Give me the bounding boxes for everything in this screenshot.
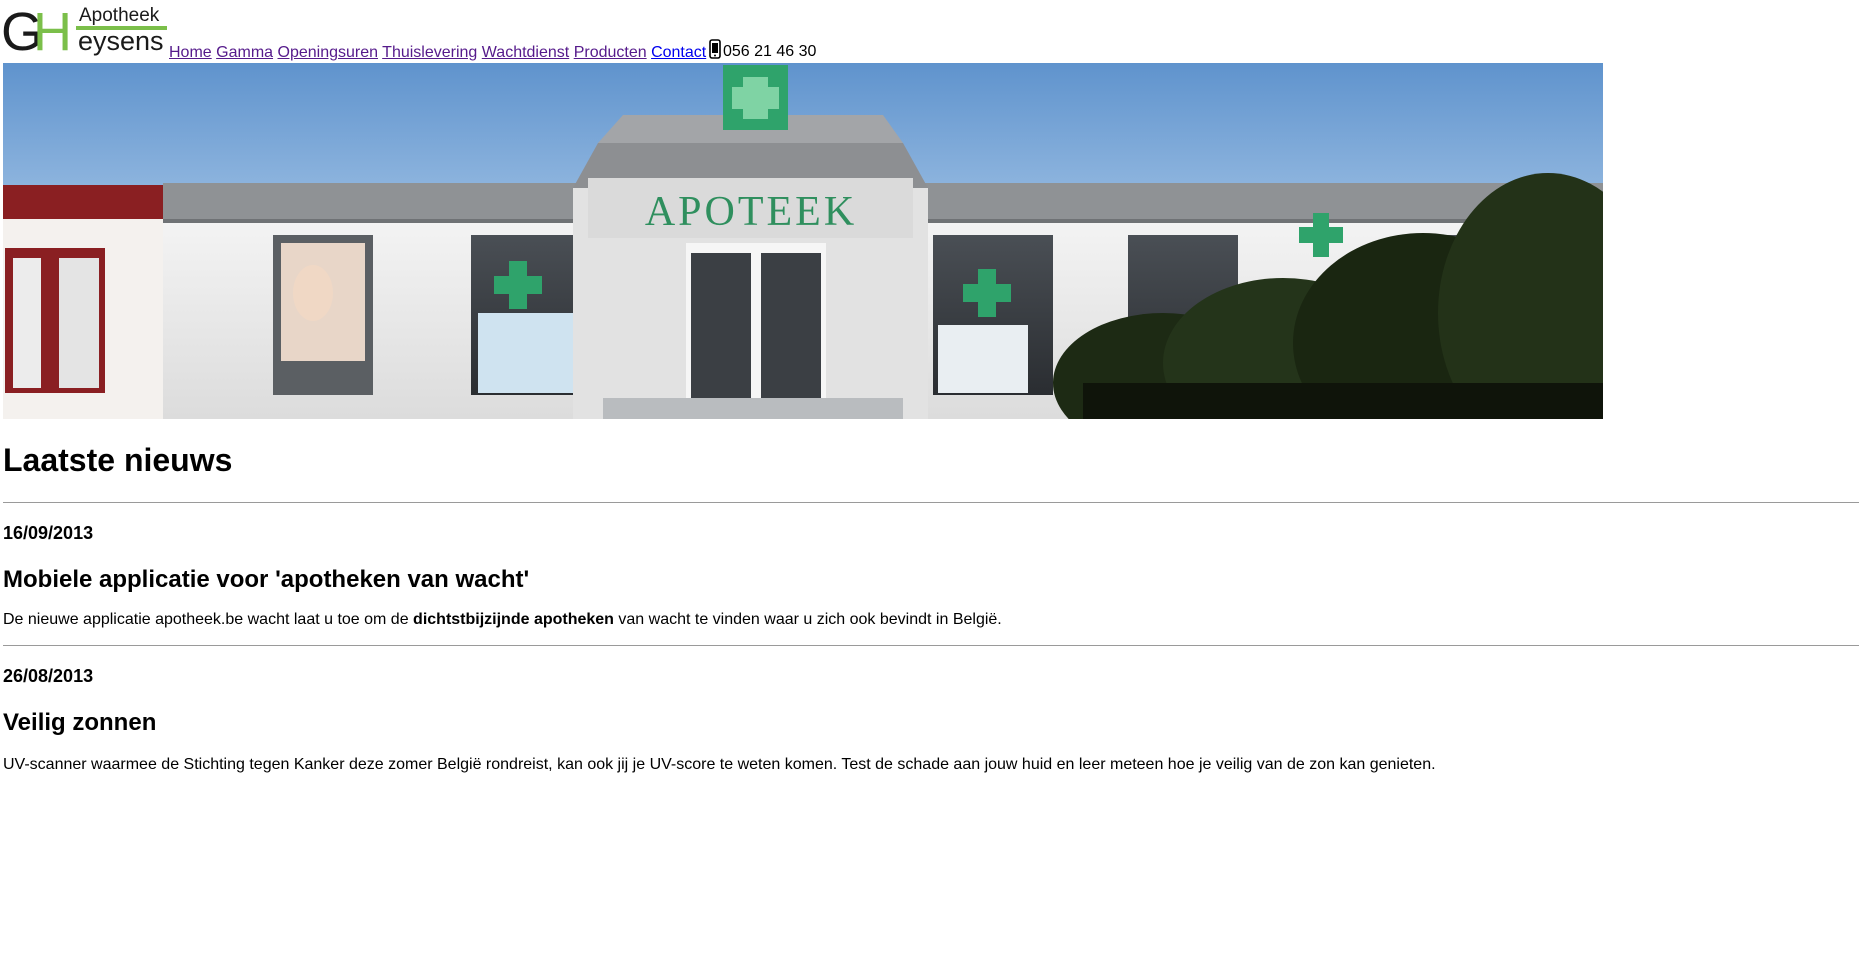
divider (3, 502, 1859, 503)
pharmacy-storefront-banner: APOTEEK (3, 63, 1603, 419)
article-body: UV-scanner waarmee de Stichting tegen Ka… (3, 756, 1436, 773)
nav-thuislevering[interactable]: Thuislevering (382, 44, 477, 61)
nav-contact[interactable]: Contact (651, 44, 706, 61)
phone-number: 056 21 46 30 (723, 43, 817, 60)
cross-sign-top-icon (723, 65, 788, 130)
page: G H Apotheek eysens Home Gamma Openingsu… (0, 0, 1859, 969)
news-article: 16/09/2013 Mobiele applicatie voor 'apot… (3, 522, 1859, 630)
entrance-steps (603, 398, 903, 419)
window-2-poster (478, 313, 576, 393)
logo-bottom-word: eysens (78, 26, 164, 56)
window-1-face (293, 265, 333, 321)
nav-producten[interactable]: Producten (574, 44, 647, 61)
article-date: 26/08/2013 (3, 666, 94, 686)
site-header: G H Apotheek eysens Home Gamma Openingsu… (3, 2, 1853, 62)
mobile-phone-icon (709, 39, 721, 59)
entrance-door-glass (691, 253, 751, 398)
article-body-text: van wacht te vinden waar u zich ook bevi… (613, 611, 1002, 628)
article-body-text: De nieuwe applicatie apotheek.be wacht l… (3, 611, 414, 628)
left-building-roof (3, 185, 163, 219)
logo-top-word: Apotheek (79, 5, 160, 26)
left-door-panel (59, 258, 99, 388)
entrance-door-glass (761, 253, 821, 398)
nav-openingsuren[interactable]: Openingsuren (278, 44, 379, 61)
article-body-bold: dichtstbijzijnde apotheken (413, 611, 614, 628)
news-section: Laatste nieuws 16/09/2013 Mobiele applic… (3, 440, 1859, 775)
nav-gamma[interactable]: Gamma (216, 44, 273, 61)
nav-wachtdienst[interactable]: Wachtdienst (482, 44, 569, 61)
article-body: De nieuwe applicatie apotheek.be wacht l… (3, 610, 1859, 630)
window-3-poster (938, 325, 1028, 393)
news-article: 26/08/2013 Veilig zonnen UV-scanner waar… (3, 665, 1859, 775)
news-heading: Laatste nieuws (3, 442, 233, 478)
article-title: Veilig zonnen (3, 709, 157, 736)
article-date: 16/09/2013 (3, 523, 94, 543)
nav-home[interactable]: Home (169, 44, 212, 61)
logo-initial-h: H (33, 2, 72, 60)
logo[interactable]: G H Apotheek eysens (3, 2, 169, 60)
left-door-panel (13, 258, 41, 388)
article-title: Mobiele applicatie voor 'apotheken van w… (3, 566, 530, 593)
storefront-sign: APOTEEK (645, 189, 857, 235)
divider (3, 645, 1859, 646)
main-nav: Home Gamma Openingsuren Thuislevering Wa… (169, 44, 706, 62)
phone-contact: 056 21 46 30 (709, 39, 817, 60)
